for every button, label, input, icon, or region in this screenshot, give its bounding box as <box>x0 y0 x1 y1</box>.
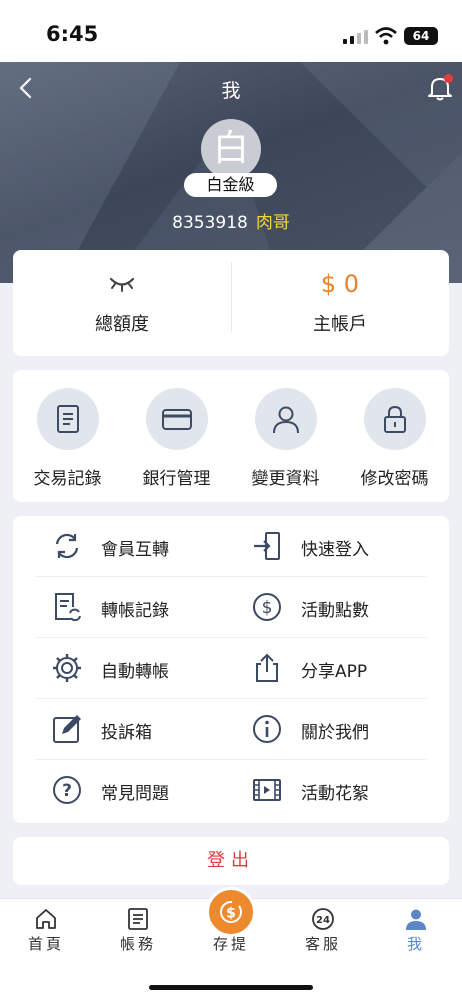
total-credit-label: 總額度 <box>95 314 149 335</box>
quick-action-transactions[interactable]: 交易記錄 <box>13 370 122 502</box>
tab-label: 我 <box>406 935 425 953</box>
signal-icon <box>343 30 368 44</box>
deposit-icon: $ <box>220 901 242 923</box>
menu-item-label: 轉帳記錄 <box>101 601 169 621</box>
menu-item-label: 投訴箱 <box>101 723 152 743</box>
avatar[interactable]: 白 <box>201 119 261 179</box>
quick-action-password[interactable]: 修改密碼 <box>340 370 449 502</box>
total-credit[interactable]: 總額度 <box>13 250 231 356</box>
menu-item-event-points[interactable]: $ 活動點數 <box>235 577 431 638</box>
support-24-icon: 24 <box>312 908 334 930</box>
quick-action-profile[interactable]: 變更資料 <box>231 370 340 502</box>
tab-label: 存提 <box>212 935 249 953</box>
menu-row: 轉帳記錄 $ 活動點數 <box>35 577 427 638</box>
menu-item-member-transfer[interactable]: 會員互轉 <box>35 516 231 577</box>
svg-text:$: $ <box>262 598 273 618</box>
edit-icon <box>53 715 81 743</box>
svg-text:24: 24 <box>316 915 330 926</box>
menu-item-label: 會員互轉 <box>101 540 169 560</box>
tab-support[interactable]: 24 客服 <box>277 899 369 969</box>
share-icon <box>256 653 278 682</box>
ledger-icon <box>128 908 148 930</box>
menu-item-label: 自動轉帳 <box>101 662 169 682</box>
status-bar: 6:45 64 <box>0 0 462 62</box>
home-icon <box>36 909 56 929</box>
main-account[interactable]: $ 0 主帳戶 <box>231 250 449 356</box>
notification-dot <box>444 74 453 83</box>
document-list-icon <box>57 405 79 433</box>
gear-icon <box>53 654 81 682</box>
info-icon <box>253 715 281 743</box>
menu-item-label: 活動花絮 <box>301 784 369 804</box>
wifi-icon <box>375 27 397 45</box>
home-indicator <box>149 985 313 990</box>
question-icon: ? <box>53 776 81 804</box>
quick-action-label: 交易記錄 <box>33 469 102 489</box>
quick-action-label: 變更資料 <box>251 469 320 489</box>
menu-item-faq[interactable]: ? 常見問題 <box>35 760 231 821</box>
lock-icon <box>384 405 406 433</box>
user-id: 8353918 <box>172 213 248 233</box>
quick-action-label: 銀行管理 <box>142 469 211 489</box>
menu-item-complaint-box[interactable]: 投訴箱 <box>35 699 231 760</box>
menu-item-label: 快速登入 <box>301 540 369 560</box>
logout-button[interactable]: 登出 <box>13 837 449 885</box>
profile-icon <box>406 909 426 930</box>
quick-action-icon-bg <box>146 388 208 450</box>
tab-home[interactable]: 首頁 <box>0 899 92 969</box>
transfer-record-icon <box>55 593 81 622</box>
menu-card: 會員互轉 快速登入 轉帳記錄 $ 活動點數 自動轉帳 分享APP 投訴箱 關於我… <box>13 516 449 823</box>
refresh-icon <box>55 533 79 559</box>
main-account-label: 主帳戶 <box>313 314 367 335</box>
login-icon <box>254 532 280 560</box>
tab-label: 首頁 <box>27 935 64 953</box>
eye-closed-icon[interactable] <box>109 276 135 292</box>
bank-card-icon <box>162 409 192 430</box>
deposit-fab[interactable]: $ <box>206 887 256 937</box>
menu-item-about-us[interactable]: 關於我們 <box>235 699 431 760</box>
menu-item-label: 關於我們 <box>301 723 369 743</box>
tab-me[interactable]: 我 <box>370 899 462 969</box>
page-title: 我 <box>221 80 241 102</box>
menu-item-quick-login[interactable]: 快速登入 <box>235 516 431 577</box>
user-info: 8353918 肉哥 <box>0 208 462 233</box>
tab-deposit-withdraw[interactable]: $ 存提 <box>185 887 277 969</box>
tab-accounts[interactable]: 帳務 <box>92 899 184 969</box>
menu-item-event-highlights[interactable]: 活動花絮 <box>235 760 431 821</box>
menu-row: 會員互轉 快速登入 <box>35 516 427 577</box>
status-time: 6:45 <box>46 22 99 46</box>
quick-actions-card: 交易記錄 銀行管理 變更資料 修改密碼 <box>13 370 449 502</box>
film-icon <box>253 779 281 801</box>
menu-item-label: 常見問題 <box>101 784 169 804</box>
quick-action-icon-bg <box>255 388 317 450</box>
menu-item-transfer-record[interactable]: 轉帳記錄 <box>35 577 231 638</box>
user-icon <box>273 406 299 434</box>
menu-row: 投訴箱 關於我們 <box>35 699 427 760</box>
svg-text:$: $ <box>226 906 236 922</box>
battery-icon: 64 <box>404 27 438 45</box>
dollar-circle-icon: $ <box>253 593 281 621</box>
main-account-amount: $ 0 <box>320 270 360 298</box>
tab-label: 客服 <box>304 935 341 953</box>
tab-label: 帳務 <box>119 935 156 953</box>
menu-row: ? 常見問題 活動花絮 <box>35 760 427 821</box>
user-nickname: 肉哥 <box>255 213 290 233</box>
svg-text:?: ? <box>62 781 72 801</box>
balance-card: 總額度 $ 0 主帳戶 <box>13 250 449 356</box>
menu-item-auto-transfer[interactable]: 自動轉帳 <box>35 638 231 699</box>
menu-row: 自動轉帳 分享APP <box>35 638 427 699</box>
menu-item-label: 分享APP <box>301 662 368 682</box>
quick-action-icon-bg <box>364 388 426 450</box>
quick-action-icon-bg <box>37 388 99 450</box>
menu-item-label: 活動點數 <box>301 601 369 621</box>
menu-item-share-app[interactable]: 分享APP <box>235 638 431 699</box>
member-level-badge: 白金級 <box>184 173 277 197</box>
quick-action-label: 修改密碼 <box>360 469 429 489</box>
quick-action-bank[interactable]: 銀行管理 <box>122 370 231 502</box>
